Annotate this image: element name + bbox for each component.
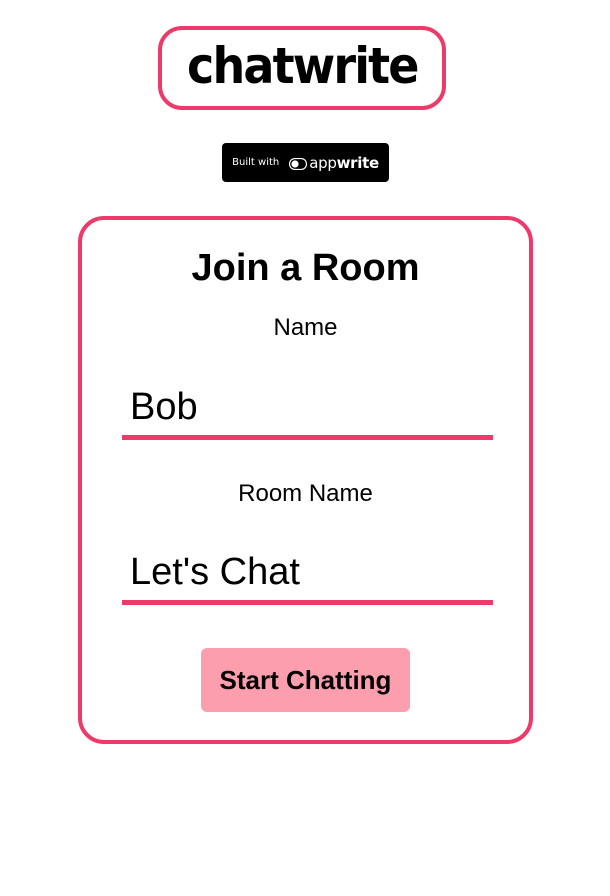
join-room-card: Join a Room Name Room Name Start Chattin… [78,216,533,744]
card-title: Join a Room [191,247,420,289]
built-with-appwrite-badge[interactable]: Built with appwrite [222,143,389,182]
room-name-input[interactable] [122,545,493,605]
badge-brand: appwrite [309,154,379,172]
badge-built-with-label: Built with [232,157,280,168]
room-name-label: Room Name [238,480,373,507]
badge-brand-write: write [336,153,380,172]
appwrite-logo-icon [289,157,308,170]
name-input[interactable] [122,380,493,440]
logo-box: chatwrite [158,26,446,110]
logo-text: chatwrite [186,37,419,95]
name-label: Name [273,314,338,341]
start-chatting-button[interactable]: Start Chatting [201,648,410,712]
badge-brand-app: app [309,153,337,172]
page: chatwrite Built with appwrite Join a Roo… [0,0,610,896]
